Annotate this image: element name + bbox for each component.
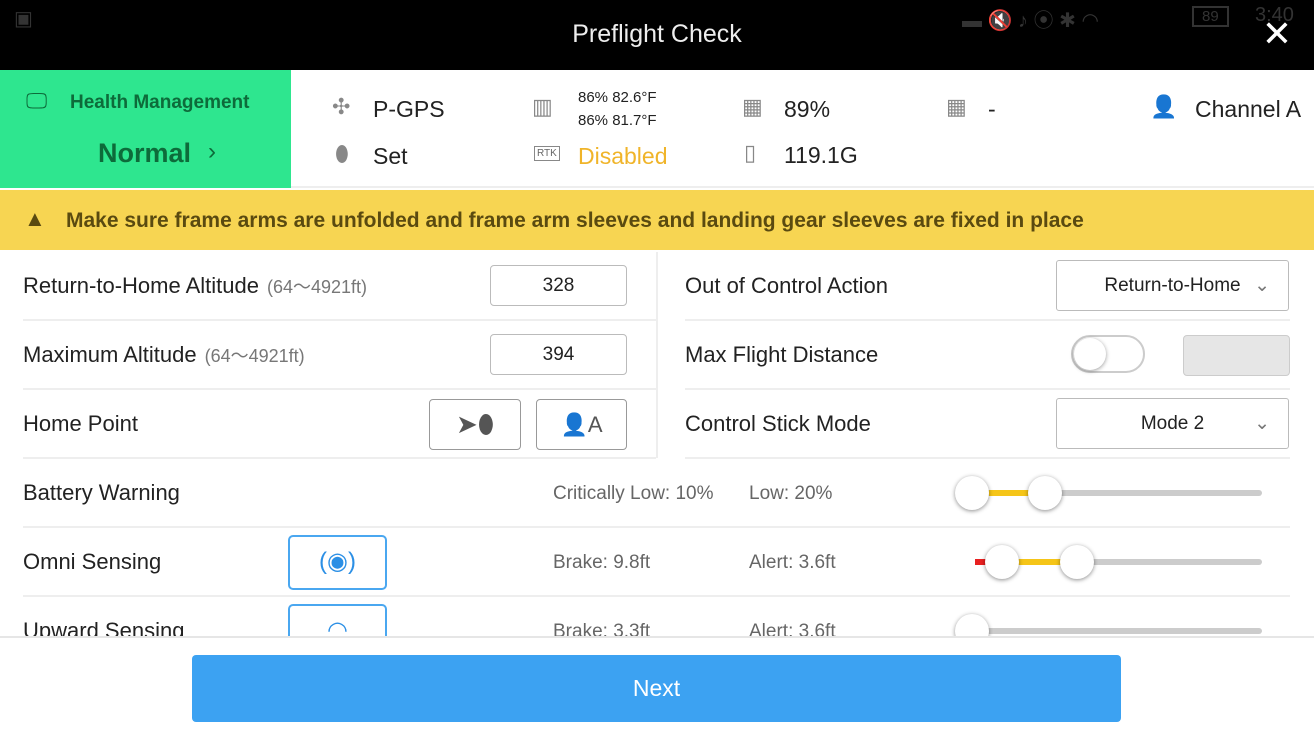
page-title: Preflight Check [572,20,742,48]
title-bar: ▣ ▬ 🔇 ♪ ⦿ ✱ ◠ 89 3:40 Preflight Check ✕ [0,0,1314,70]
max-altitude-label: Maximum Altitude (64～4921ft) [23,342,305,368]
upward-sensing-label: Upward Sensing [23,618,185,636]
omni-sensing-button[interactable]: (◉) [288,535,387,590]
out-of-control-row: Out of Control Action Return-to-Home ⌄ [685,252,1290,321]
stick-mode-select[interactable]: Mode 2 ⌄ [1056,398,1289,449]
max-alt-range: (64～4921ft) [204,346,305,366]
battery-warning-label: Battery Warning [23,480,180,505]
rth-altitude-row: Return-to-Home Altitude (64～4921ft) 328 [23,252,656,321]
toggle-knob [1074,338,1106,370]
drone-icon: ✣ [332,94,351,119]
max-distance-input [1183,335,1290,376]
radar-icon: ◠ [327,617,348,636]
omni-sensing-row: Omni Sensing (◉) Brake: 9.8ft Alert: 3.6… [23,528,1290,597]
upward-brake: Brake: 3.3ft [553,621,651,636]
upward-alert: Alert: 3.6ft [749,621,836,636]
low-thumb[interactable] [1028,476,1062,510]
out-of-control-value: Return-to-Home [1104,275,1241,296]
upward-thumb[interactable] [955,614,989,636]
rc-label: A [587,412,603,437]
rc-battery-icon: ▦ [742,94,763,119]
sd-card-icon: ▯ [744,140,757,165]
omni-sensing-label: Omni Sensing [23,549,162,574]
rth-altitude-label: Return-to-Home Altitude (64～4921ft) [23,273,367,299]
max-distance-label: Max Flight Distance [685,342,879,367]
rc-battery: 89% [784,96,831,122]
out-of-control-label: Out of Control Action [685,273,888,298]
close-icon[interactable]: ✕ [1262,14,1292,54]
footer: Next [0,636,1314,736]
chevron-down-icon: ⌄ [1254,275,1270,296]
station-battery-icon: ▦ [946,94,967,119]
max-distance-toggle[interactable] [1071,335,1145,373]
warning-text: Make sure frame arms are unfolded and fr… [66,209,1084,232]
max-distance-row: Max Flight Distance [685,321,1290,390]
rtk-icon: RTK [534,146,560,161]
max-altitude-row: Maximum Altitude (64～4921ft) 394 [23,321,656,390]
status-header: 🖵 Health Management Normal › ✣ P-GPS ⬮ S… [0,70,1314,188]
station-battery: - [988,96,996,122]
health-management-button[interactable]: 🖵 Health Management Normal › [0,70,291,188]
rth-altitude-input[interactable]: 328 [490,265,627,306]
upward-slider-track[interactable] [972,628,1262,634]
omni-brake: Brake: 9.8ft [553,552,651,573]
stick-mode-label: Control Stick Mode [685,411,871,436]
battery-1-info: 86% 82.6°F [578,89,657,106]
remote-controller-icon: 👤 [560,412,588,437]
flight-mode: P-GPS [373,96,445,122]
omni-alert: Alert: 3.6ft [749,552,836,573]
monitor-icon: 🖵 [26,88,48,113]
max-altitude-input[interactable]: 394 [490,334,627,375]
warning-banner: ▲ Make sure frame arms are unfolded and … [0,190,1314,250]
critical-low-thumb[interactable] [955,476,989,510]
chevron-down-icon: ⌄ [1254,413,1270,434]
set-home-rc-button[interactable]: 👤A [536,399,627,450]
rth-range: (64～4921ft) [267,277,368,297]
health-label: Health Management [70,92,250,113]
upward-sensing-button[interactable]: ◠ [288,604,387,636]
brake-thumb[interactable] [985,545,1019,579]
low-value: Low: 20% [749,483,833,504]
rth-label-text: Return-to-Home Altitude [23,273,259,298]
battery-warning-row: Battery Warning Critically Low: 10% Low:… [23,459,1290,528]
rtk-status: Disabled [578,143,668,169]
remote-controller-icon: 👤 [1150,94,1178,119]
out-of-control-select[interactable]: Return-to-Home ⌄ [1056,260,1289,311]
channel: Channel A [1195,96,1302,122]
warning-icon: ▲ [24,206,46,231]
battery-2-info: 86% 81.7°F [578,112,657,129]
critical-low-value: Critically Low: 10% [553,483,714,504]
home-point-row: Home Point ➤⬮ 👤A [23,390,656,459]
stick-mode-value: Mode 2 [1140,413,1205,434]
upward-sensing-row: Upward Sensing ◠ Brake: 3.3ft Alert: 3.6… [23,597,1290,636]
stick-mode-row: Control Stick Mode Mode 2 ⌄ [685,390,1290,459]
next-button[interactable]: Next [192,655,1121,722]
set-home-aircraft-button[interactable]: ➤⬮ [429,399,521,450]
chevron-right-icon: › [208,138,216,165]
storage: 119.1G [784,142,858,168]
radar-icon: (◉) [319,548,356,575]
column-divider [656,252,658,458]
aircraft-location-icon: ➤⬮ [455,409,495,439]
health-status: Normal [98,138,192,168]
home-point-status: Set [373,143,408,169]
home-pin-icon: ⬮ [335,141,349,166]
battery-icon: ▥ [532,94,553,119]
max-alt-label-text: Maximum Altitude [23,342,197,367]
alert-thumb[interactable] [1060,545,1094,579]
home-point-label: Home Point [23,411,138,436]
